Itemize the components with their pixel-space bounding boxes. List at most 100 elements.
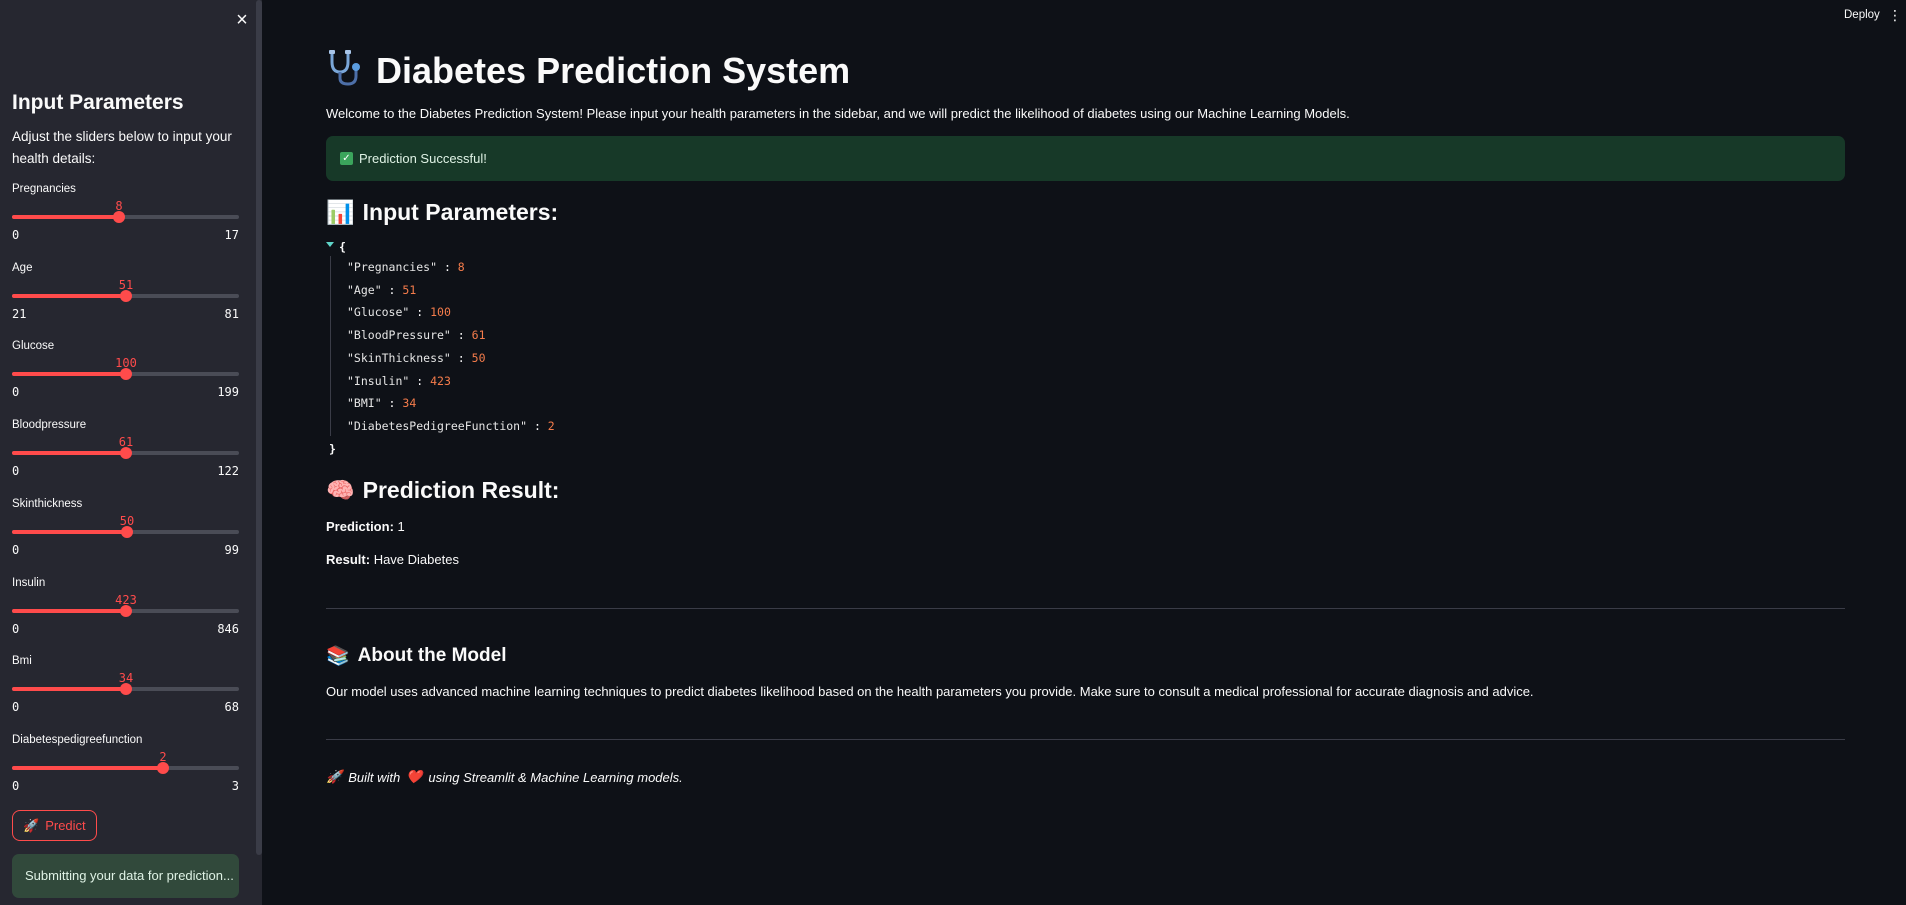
json-key: "BloodPressure" xyxy=(347,328,451,343)
main-menu-icon[interactable]: ⋮ xyxy=(1888,8,1902,22)
deploy-button[interactable]: Deploy xyxy=(1844,9,1880,21)
books-icon: 📚 xyxy=(326,646,350,667)
input-parameters-heading-text: Input Parameters: xyxy=(362,199,559,225)
divider xyxy=(326,608,1845,609)
json-row: "DiabetesPedigreeFunction" : 2 xyxy=(347,419,555,433)
json-key: "Pregnancies" xyxy=(347,260,438,274)
slider-diabetespedigreefunction[interactable]: Diabetespedigreefunction 2 0 3 xyxy=(12,734,239,804)
heart-icon: ❤️ xyxy=(406,769,423,784)
slider-track[interactable] xyxy=(12,526,239,538)
result-value: Have Diabetes xyxy=(373,552,459,567)
json-value: 100 xyxy=(430,305,451,320)
slider-thumb[interactable] xyxy=(157,762,169,774)
slider-bmi[interactable]: Bmi 34 0 68 xyxy=(12,655,239,725)
result-line: Result: Have Diabetes xyxy=(326,552,459,567)
json-key: "SkinThickness" xyxy=(347,350,451,365)
slider-thumb[interactable] xyxy=(120,368,132,380)
sidebar-scrollbar[interactable] xyxy=(256,0,262,855)
slider-thumb[interactable] xyxy=(120,683,132,695)
json-key: "DiabetesPedigreeFunction" xyxy=(347,418,528,433)
slider-max: 199 xyxy=(217,385,239,399)
json-colon: : xyxy=(381,396,403,411)
json-value: 51 xyxy=(402,282,417,297)
prediction-label: Prediction: xyxy=(326,519,394,534)
slider-min: 0 xyxy=(12,385,20,399)
slider-thumb[interactable] xyxy=(120,447,132,459)
predict-button[interactable]: 🚀 Predict xyxy=(12,810,97,841)
json-key: "Insulin" xyxy=(347,373,410,388)
slider-fill xyxy=(12,687,126,691)
json-value: 8 xyxy=(457,260,465,274)
input-parameters-heading: 📊 Input Parameters: xyxy=(326,199,558,226)
slider-thumb[interactable] xyxy=(120,605,132,617)
slider-thumb[interactable] xyxy=(113,211,125,223)
slider-label: Age xyxy=(12,262,33,274)
about-text: Our model uses advanced machine learning… xyxy=(326,684,1534,699)
welcome-text: Welcome to the Diabetes Prediction Syste… xyxy=(326,106,1350,121)
result-label: Result: xyxy=(326,552,371,567)
json-colon: : xyxy=(381,282,403,297)
slider-min: 0 xyxy=(12,543,20,557)
stethoscope-icon xyxy=(326,48,364,93)
slider-bloodpressure[interactable]: Bloodpressure 61 0 122 xyxy=(12,419,239,489)
prediction-result-heading-text: Prediction Result: xyxy=(362,477,560,503)
slider-track[interactable] xyxy=(12,683,239,695)
json-colon: : xyxy=(437,260,458,274)
slider-min: 21 xyxy=(12,307,27,321)
slider-label: Bloodpressure xyxy=(12,419,87,431)
slider-max: 81 xyxy=(224,307,239,321)
slider-track[interactable] xyxy=(12,762,239,774)
slider-fill xyxy=(12,766,163,770)
json-row: "BloodPressure" : 61 xyxy=(347,328,486,342)
about-heading-text: About the Model xyxy=(357,645,507,666)
json-colon: : xyxy=(527,418,548,433)
slider-track[interactable] xyxy=(12,447,239,459)
json-row: "Age" : 51 xyxy=(347,283,416,297)
sidebar: × Input Parameters Adjust the sliders be… xyxy=(0,0,262,905)
sidebar-title: Input Parameters xyxy=(12,91,184,114)
json-row: "Insulin" : 423 xyxy=(347,374,451,388)
slider-pregnancies[interactable]: Pregnancies 8 0 17 xyxy=(12,183,239,253)
success-alert: ✓ Prediction Successful! xyxy=(326,136,1845,181)
prediction-value: 1 xyxy=(397,519,405,534)
submitting-info-box: Submitting your data for prediction... xyxy=(12,854,239,898)
slider-fill xyxy=(12,530,127,534)
slider-max: 99 xyxy=(224,543,239,557)
slider-track[interactable] xyxy=(12,368,239,380)
json-value: 61 xyxy=(471,328,486,343)
slider-label: Diabetespedigreefunction xyxy=(12,734,143,746)
page-title-text: Diabetes Prediction System xyxy=(376,49,851,91)
json-key: "Glucose" xyxy=(347,305,410,320)
prediction-result-heading: 🧠 Prediction Result: xyxy=(326,477,559,504)
slider-max: 846 xyxy=(217,622,239,636)
slider-track[interactable] xyxy=(12,605,239,617)
json-value: 50 xyxy=(471,350,486,365)
collapse-caret-icon[interactable] xyxy=(326,242,334,247)
footer-text: 🚀 Built with ❤️ using Streamlit & Machin… xyxy=(326,769,683,785)
bar-chart-icon: 📊 xyxy=(326,199,355,225)
rocket-icon: 🚀 xyxy=(326,769,343,784)
slider-thumb[interactable] xyxy=(120,290,132,302)
slider-age[interactable]: Age 51 21 81 xyxy=(12,262,239,332)
slider-glucose[interactable]: Glucose 100 0 199 xyxy=(12,340,239,410)
rocket-icon: 🚀 xyxy=(23,817,40,833)
json-row: "Pregnancies" : 8 xyxy=(347,260,465,274)
json-row: "SkinThickness" : 50 xyxy=(347,351,486,365)
slider-fill xyxy=(12,451,126,455)
slider-track[interactable] xyxy=(12,290,239,302)
slider-thumb[interactable] xyxy=(121,526,133,538)
slider-label: Insulin xyxy=(12,577,46,589)
about-heading: 📚 About the Model xyxy=(326,644,506,668)
success-text: Prediction Successful! xyxy=(359,151,487,166)
slider-min: 0 xyxy=(12,228,20,242)
slider-track[interactable] xyxy=(12,211,239,223)
slider-insulin[interactable]: Insulin 423 0 846 xyxy=(12,577,239,647)
slider-min: 0 xyxy=(12,779,20,793)
footer-post: using Streamlit & Machine Learning model… xyxy=(428,769,683,785)
slider-skinthickness[interactable]: Skinthickness 50 0 99 xyxy=(12,498,239,568)
slider-max: 68 xyxy=(224,700,239,714)
close-sidebar-icon[interactable]: × xyxy=(230,8,254,32)
json-open-brace: { xyxy=(339,240,346,254)
slider-fill xyxy=(12,294,126,298)
slider-fill xyxy=(12,609,126,613)
